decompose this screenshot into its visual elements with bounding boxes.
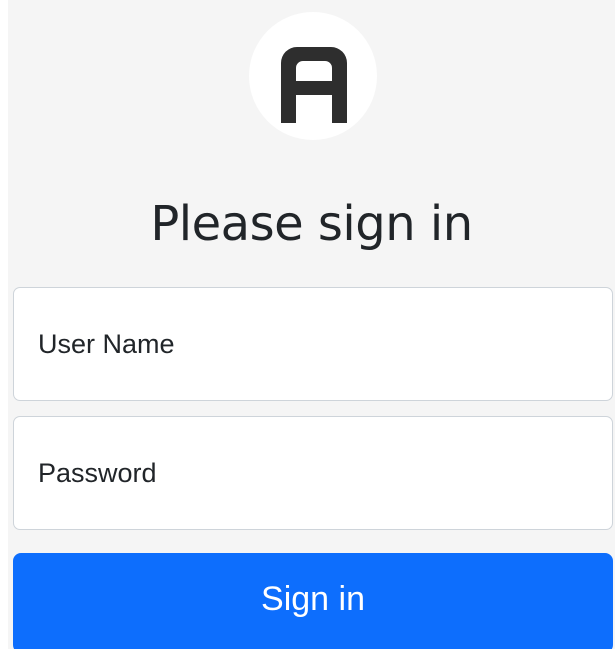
letter-a-logo-icon [281,47,347,123]
logo [249,12,377,140]
signin-panel: Please sign in Sign in [8,0,615,649]
password-input[interactable] [14,417,612,529]
sign-in-button[interactable]: Sign in [13,553,613,649]
username-input[interactable] [14,288,612,400]
password-field[interactable] [13,416,613,530]
username-field[interactable] [13,287,613,401]
page-title: Please sign in [150,196,473,252]
